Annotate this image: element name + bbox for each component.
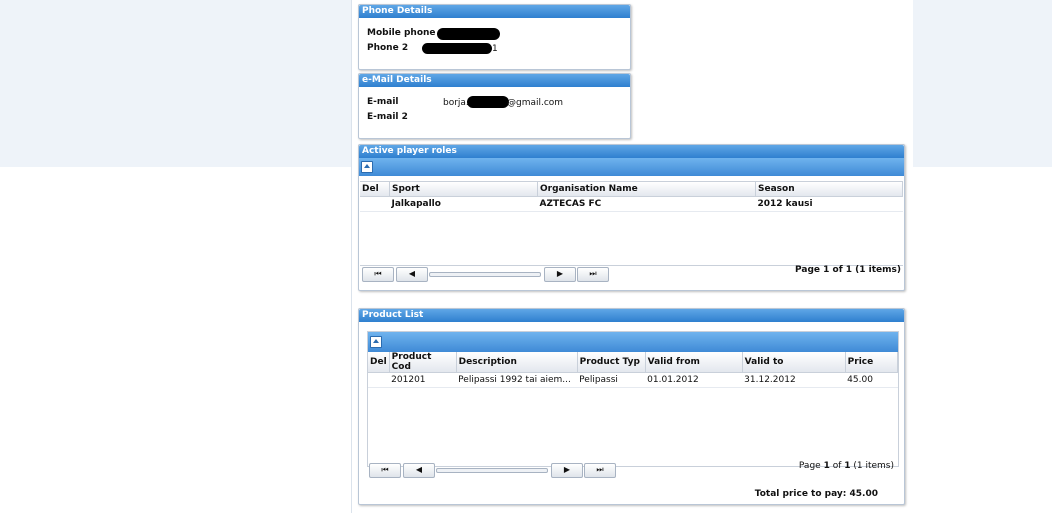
email-suffix: @gmail.com: [507, 98, 564, 108]
next-page-button[interactable]: ▶: [551, 463, 583, 478]
column-header-del[interactable]: Del: [368, 352, 390, 373]
product-table: Del Product Cod Description Product Typ …: [368, 352, 899, 388]
phone2-redacted: [422, 43, 492, 54]
previous-page-button[interactable]: ◀: [403, 463, 435, 478]
column-header-product-type[interactable]: Product Typ: [577, 352, 646, 373]
page-status: Page 1 of 1 (1 items): [799, 461, 894, 471]
column-header-description[interactable]: Description: [456, 352, 578, 373]
page-slider[interactable]: [436, 468, 548, 473]
cell-price: 45.00: [845, 372, 898, 388]
table-row[interactable]: 201201 Pelipassi 1992 tai aiem... Pelipa…: [368, 372, 898, 388]
column-header-valid-to[interactable]: Valid to: [742, 352, 846, 373]
email-label: E-mail: [367, 97, 399, 107]
page-status-post: (1 items): [850, 461, 894, 471]
collapse-icon[interactable]: [370, 336, 382, 348]
first-page-button[interactable]: ⏮: [362, 267, 394, 282]
product-list-inner: Del Product Cod Description Product Typ …: [367, 331, 899, 467]
mobile-phone-redacted: [437, 28, 500, 40]
column-header-season[interactable]: Season: [755, 182, 903, 197]
cell-valid-to: 31.12.2012: [742, 372, 846, 388]
previous-page-button[interactable]: ◀: [396, 267, 428, 282]
product-list-title: Product List: [359, 309, 904, 322]
last-page-button[interactable]: ⏭: [577, 267, 609, 282]
mobile-phone-label: Mobile phone: [367, 28, 436, 38]
next-page-button[interactable]: ▶: [544, 267, 576, 282]
active-player-roles-title: Active player roles: [359, 145, 904, 158]
active-player-roles-panel: Active player roles Del Sport Organisati…: [358, 144, 905, 291]
email2-label: E-mail 2: [367, 112, 408, 122]
page-status: Page 1 of 1 (1 items): [795, 265, 901, 275]
page-slider[interactable]: [429, 272, 541, 277]
column-header-organisation[interactable]: Organisation Name: [537, 182, 756, 197]
cell-description: Pelipassi 1992 tai aiem...: [456, 372, 578, 388]
collapse-icon[interactable]: [361, 161, 373, 173]
cell-product-type: Pelipassi: [577, 372, 646, 388]
column-header-sport[interactable]: Sport: [389, 182, 538, 197]
total-price: Total price to pay: 45.00: [755, 489, 878, 499]
column-header-del[interactable]: Del: [360, 182, 390, 197]
phone2-label: Phone 2: [367, 43, 409, 53]
column-header-product-code[interactable]: Product Cod: [389, 352, 457, 373]
email-prefix: borja.: [443, 98, 469, 108]
roles-grid: Del Sport Organisation Name Season Jalka…: [360, 181, 903, 266]
roles-header-row: Del Sport Organisation Name Season: [360, 182, 903, 197]
total-price-label: Total price to pay:: [754, 489, 847, 499]
phone2-suffix: 1: [492, 44, 498, 54]
roles-table: Del Sport Organisation Name Season Jalka…: [360, 182, 903, 212]
roles-toolbar: [359, 158, 904, 176]
cell-season: 2012 kausi: [755, 196, 903, 212]
email-details-panel: e-Mail Details E-mail borja. @gmail.com …: [358, 73, 631, 139]
cell-del[interactable]: [368, 372, 390, 388]
phone-details-panel: Phone Details Mobile phone Phone 2 1: [358, 4, 631, 70]
product-header-row: Del Product Cod Description Product Typ …: [368, 352, 899, 373]
first-page-button[interactable]: ⏮: [369, 463, 401, 478]
phone-details-title: Phone Details: [359, 5, 630, 18]
cell-sport: Jalkapallo: [389, 196, 538, 212]
email-details-title: e-Mail Details: [359, 74, 630, 87]
email-redacted: [467, 96, 509, 108]
product-toolbar: [368, 332, 898, 352]
cell-valid-from: 01.01.2012: [645, 372, 743, 388]
page-status-mid: of: [829, 461, 845, 471]
column-header-valid-from[interactable]: Valid from: [645, 352, 743, 373]
last-page-button[interactable]: ⏭: [584, 463, 616, 478]
cell-del[interactable]: [360, 196, 390, 212]
cell-product-code: 201201: [389, 372, 457, 388]
cell-organisation: AZTECAS FC: [537, 196, 756, 212]
page-status-pre: Page: [798, 461, 824, 471]
product-list-panel: Product List Del Product Cod Description…: [358, 308, 905, 505]
table-row[interactable]: Jalkapallo AZTECAS FC 2012 kausi: [360, 196, 903, 212]
column-header-price[interactable]: Price: [845, 352, 899, 373]
total-price-value: 45.00: [849, 489, 878, 499]
